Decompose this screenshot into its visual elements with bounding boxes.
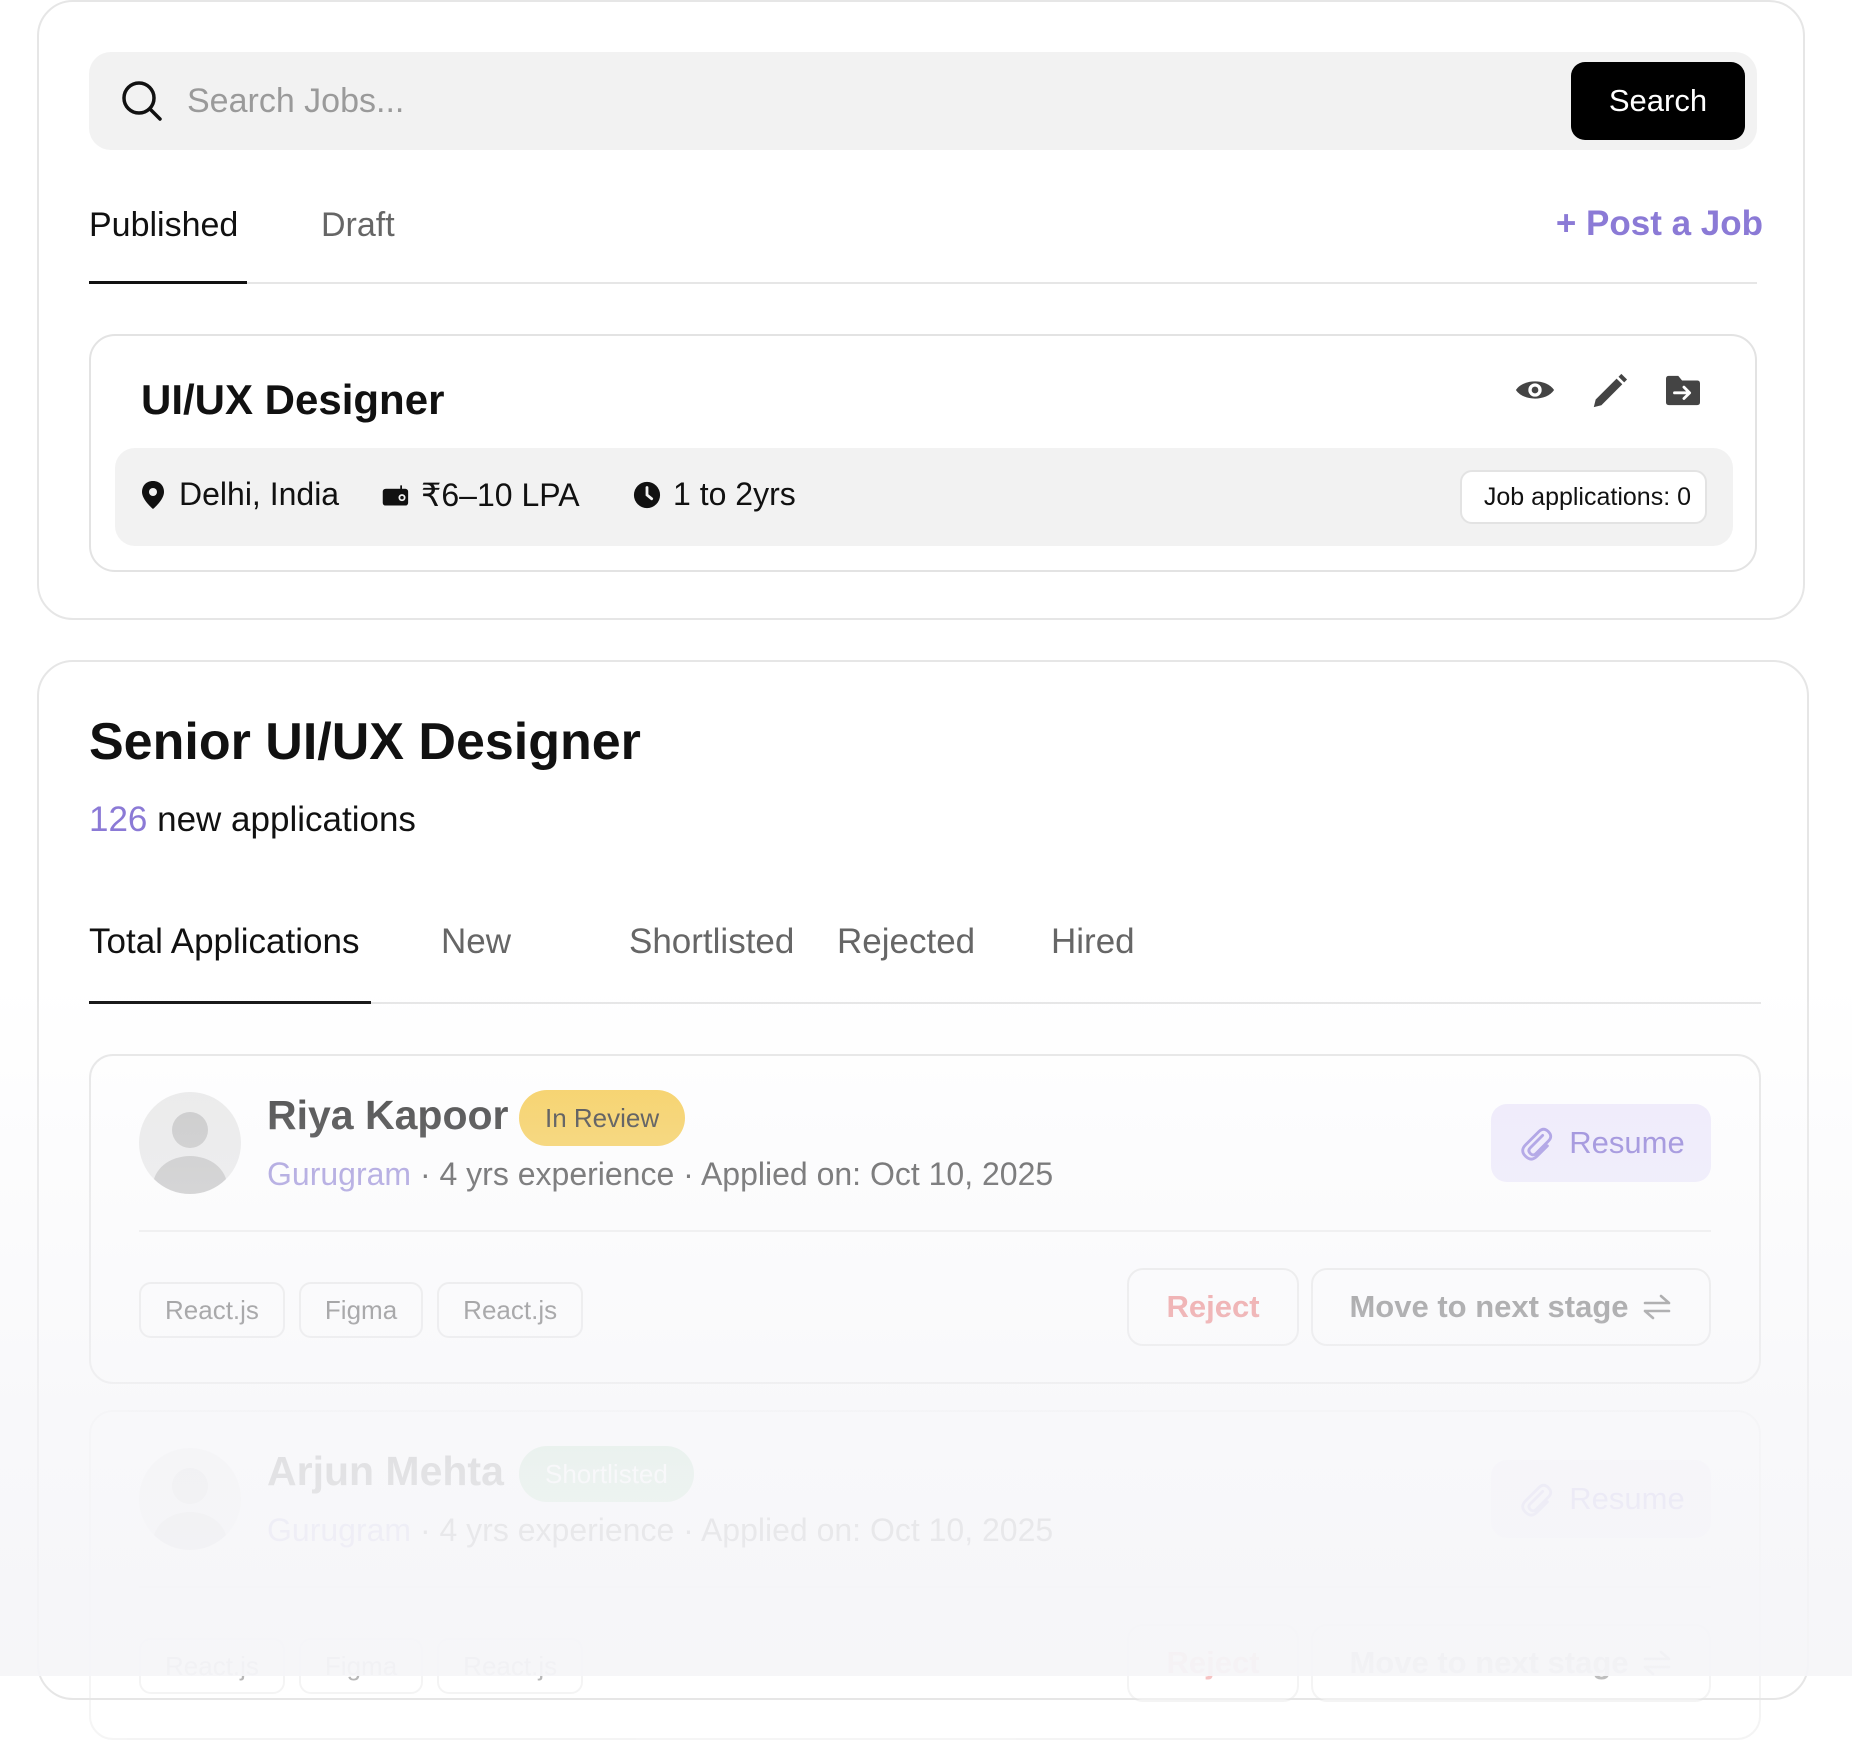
job-actions [1513,368,1705,412]
tab-hired[interactable]: Hired [1051,922,1135,962]
avatar [139,1448,241,1550]
applicant-card[interactable]: Arjun Mehta Shortlisted Gurugram · 4 yrs… [89,1410,1761,1740]
skill-tag: Figma [298,1282,424,1338]
applicant-details: · 4 yrs experience · Applied on: Oct 10,… [411,1512,1054,1548]
detail-title: Senior UI/UX Designer [89,713,641,771]
skill-tag: React.js [437,1638,584,1694]
resume-label: Resume [1569,1481,1685,1516]
job-location: Delhi, India [139,476,339,513]
search-icon [121,80,163,122]
job-listing-card[interactable]: UI/UX Designer Delhi, India ₹6–10 LPA 1 … [89,334,1757,572]
skill-tag: React.js [139,1282,285,1338]
tab-draft[interactable]: Draft [321,206,395,245]
search-input[interactable] [187,76,1337,126]
move-folder-icon[interactable] [1661,368,1705,412]
skill-tag: React.js [437,1282,584,1338]
new-applications-summary: 126 new applications [89,800,416,840]
status-badge: Shortlisted [519,1446,694,1502]
job-salary-text: ₹6–10 LPA [421,477,580,513]
job-title: UI/UX Designer [141,376,445,423]
jobs-card: Search Published Draft + Post a Job UI/U… [37,0,1805,620]
resume-label: Resume [1569,1125,1685,1160]
resume-button[interactable]: Resume [1491,1104,1711,1182]
clock-icon [633,481,661,508]
applicant-info: Gurugram · 4 yrs experience · Applied on… [267,1156,1053,1193]
job-location-text: Delhi, India [179,476,340,512]
wallet-icon [382,485,409,506]
reject-button[interactable]: Reject [1127,1624,1299,1702]
move-to-next-stage-button[interactable]: Move to next stage [1311,1268,1711,1346]
skill-tags: React.js Figma React.js [139,1638,584,1694]
tab-rejected[interactable]: Rejected [837,922,975,962]
swap-arrows-icon [1643,1650,1670,1676]
resume-button[interactable]: Resume [1491,1460,1711,1538]
swap-arrows-icon [1643,1294,1670,1320]
tab-shortlisted[interactable]: Shortlisted [629,922,794,962]
status-badge: In Review [519,1090,686,1146]
new-applications-label: new applications [147,800,416,839]
avatar [139,1092,241,1194]
applicant-city: Gurugram [267,1512,412,1548]
applicant-name: Arjun Mehta [267,1448,504,1494]
applicant-details: · 4 yrs experience · Applied on: Oct 10,… [411,1156,1054,1192]
search-button[interactable]: Search [1571,62,1745,140]
paperclip-icon [1521,1127,1553,1161]
eye-icon[interactable] [1513,368,1557,412]
divider [139,1230,1711,1232]
divider [139,1586,1711,1588]
reject-button[interactable]: Reject [1127,1268,1299,1346]
job-experience-text: 1 to 2yrs [673,476,796,512]
skill-tags: React.js Figma React.js [139,1282,584,1338]
new-applications-count: 126 [89,800,148,839]
job-salary: ₹6–10 LPA [381,476,580,514]
pencil-icon[interactable] [1587,368,1631,412]
job-status-tabs: Published Draft + Post a Job [89,198,1763,284]
job-detail-card: Senior UI/UX Designer 126 new applicatio… [37,660,1809,1740]
skill-tag: Figma [298,1638,424,1694]
tab-published[interactable]: Published [89,206,238,245]
move-to-next-stage-button[interactable]: Move to next stage [1311,1624,1711,1702]
next-stage-label: Move to next stage [1349,1289,1629,1324]
application-tabs: Total Applications New Shortlisted Rejec… [89,918,1761,1004]
active-tab-indicator [89,1001,371,1004]
applicant-city: Gurugram [267,1156,412,1192]
active-tab-indicator [89,281,247,284]
paperclip-icon [1521,1483,1553,1517]
tab-total-applications[interactable]: Total Applications [89,922,359,962]
post-job-link[interactable]: + Post a Job [1556,204,1763,244]
job-meta-bar: Delhi, India ₹6–10 LPA 1 to 2yrs Job app… [115,448,1733,546]
job-applications-badge: Job applications: 0 [1459,470,1707,524]
tab-new[interactable]: New [441,922,511,962]
job-experience: 1 to 2yrs [633,476,796,513]
skill-tag: React.js [139,1638,285,1694]
applicant-info: Gurugram · 4 yrs experience · Applied on… [267,1512,1053,1549]
search-bar: Search [89,52,1757,150]
applicant-name: Riya Kapoor [267,1092,509,1138]
applicant-card[interactable]: Riya Kapoor In Review Gurugram · 4 yrs e… [89,1054,1761,1384]
location-pin-icon [142,480,164,509]
